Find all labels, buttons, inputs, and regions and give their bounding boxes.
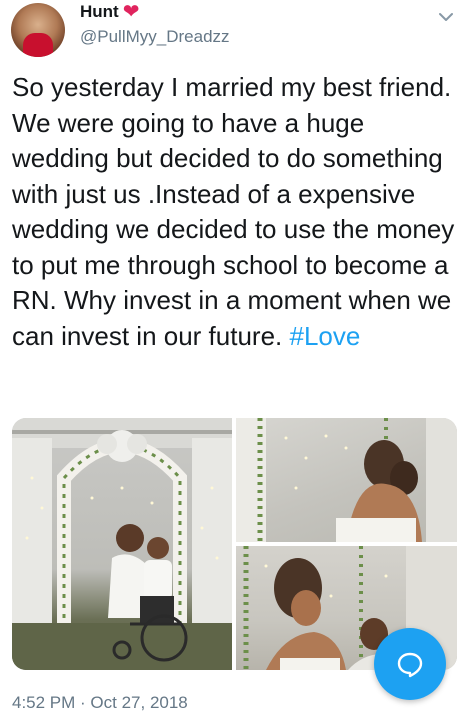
media-grid <box>12 418 457 670</box>
reply-button[interactable] <box>374 628 446 700</box>
embrace-illustration <box>236 418 457 542</box>
avatar-figure <box>23 33 53 57</box>
tweet-header: Hunt ❤ @PullMyy_Dreadzz <box>0 0 469 62</box>
avatar[interactable] <box>11 3 65 57</box>
display-name[interactable]: Hunt <box>80 2 119 22</box>
tweet-text: So yesterday I married my best friend. W… <box>12 70 460 354</box>
author-handle[interactable]: @PullMyy_Dreadzz <box>80 27 230 47</box>
heart-icon: ❤ <box>122 1 140 23</box>
tweet-timestamp[interactable]: 4:52 PM · Oct 27, 2018 <box>12 693 188 713</box>
wedding-arch-photo[interactable] <box>12 418 232 670</box>
reply-bubble-icon <box>397 652 423 678</box>
chevron-down-icon[interactable] <box>439 10 453 24</box>
tweet-body: So yesterday I married my best friend. W… <box>12 72 462 351</box>
author-name-row: Hunt ❤ <box>80 2 139 22</box>
hashtag-link[interactable]: #Love <box>289 321 360 351</box>
wedding-arch-illustration <box>12 418 232 670</box>
embrace-photo[interactable] <box>236 418 457 542</box>
